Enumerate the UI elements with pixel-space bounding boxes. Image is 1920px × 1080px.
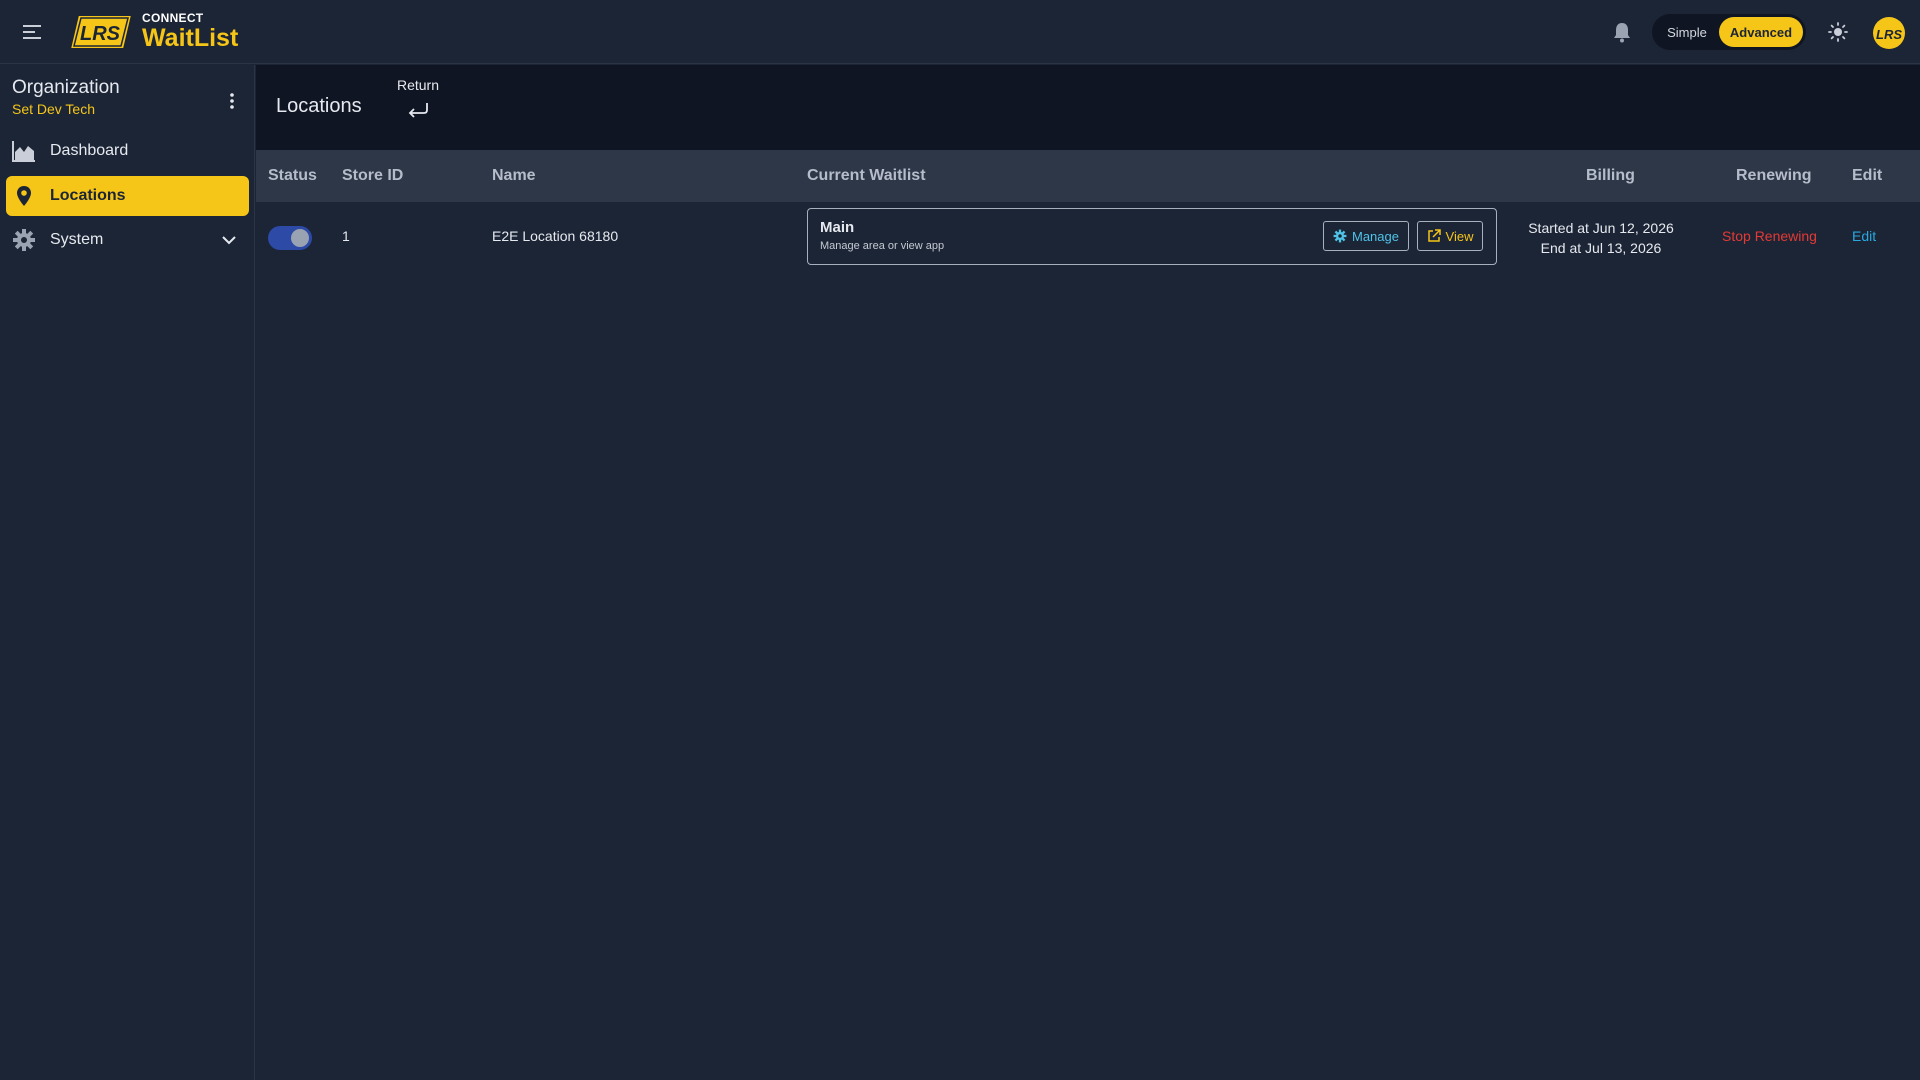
table-header: Status Store ID Name Current Waitlist Bi…	[256, 150, 1920, 202]
status-toggle[interactable]	[268, 226, 312, 250]
page-title: Locations	[276, 95, 362, 117]
mode-advanced-button[interactable]: Advanced	[1719, 17, 1803, 47]
waitlist-card: Main Manage area or view app Manage View	[807, 208, 1497, 265]
store-id-cell: 1	[342, 228, 350, 244]
return-arrow-icon	[408, 103, 428, 118]
column-header-store-id: Store ID	[342, 167, 404, 184]
return-button[interactable]: Return	[390, 77, 446, 126]
organization-name: Set Dev Tech	[12, 101, 96, 117]
chevron-down-icon[interactable]	[219, 230, 239, 250]
menu-icon[interactable]	[20, 20, 44, 44]
billing-start: Started at Jun 12, 2026	[1528, 220, 1674, 236]
brand-subtitle: CONNECT	[142, 11, 204, 25]
manage-label: Manage	[1352, 228, 1399, 244]
sidebar-item-label: System	[50, 231, 104, 248]
chart-area-icon	[12, 139, 36, 163]
sidebar: Organization Set Dev Tech Dashboard Loca…	[0, 65, 255, 1080]
sidebar-item-dashboard[interactable]: Dashboard	[6, 131, 249, 171]
sidebar-item-label: Dashboard	[50, 142, 129, 159]
brand-title: WaitList	[142, 24, 239, 52]
gear-icon	[12, 228, 36, 252]
organization-label: Organization	[12, 77, 120, 98]
billing-end: End at Jul 13, 2026	[1540, 240, 1662, 256]
svg-text:LRS: LRS	[1876, 27, 1902, 42]
sun-icon[interactable]	[1828, 22, 1848, 42]
more-vertical-icon[interactable]	[222, 91, 242, 111]
view-label: View	[1445, 228, 1474, 244]
edit-link[interactable]: Edit	[1852, 228, 1876, 244]
column-header-current-waitlist: Current Waitlist	[807, 167, 926, 184]
stop-renewing-link[interactable]: Stop Renewing	[1722, 228, 1817, 244]
avatar[interactable]: LRS	[1872, 16, 1906, 50]
bell-icon[interactable]	[1612, 21, 1632, 43]
lrs-logo: LRS	[68, 13, 134, 50]
top-bar: LRS CONNECT WaitList Simple Advanced LRS	[0, 0, 1920, 64]
waitlist-subtitle: Manage area or view app	[820, 240, 945, 252]
map-pin-icon	[12, 184, 36, 208]
brand[interactable]: LRS CONNECT WaitList	[68, 12, 238, 51]
billing-cell: Started at Jun 12, 2026 End at Jul 13, 2…	[1516, 218, 1686, 258]
organization-block: Organization Set Dev Tech	[12, 77, 120, 117]
svg-text:LRS: LRS	[80, 23, 121, 45]
locations-table: Status Store ID Name Current Waitlist Bi…	[256, 150, 1920, 265]
column-header-status: Status	[268, 167, 317, 184]
gear-icon	[1333, 229, 1347, 243]
mode-simple-button[interactable]: Simple	[1655, 17, 1719, 47]
manage-button[interactable]: Manage	[1323, 221, 1409, 251]
sidebar-item-system[interactable]: System	[6, 220, 249, 260]
mode-toggle: Simple Advanced	[1652, 14, 1806, 50]
name-cell: E2E Location 68180	[492, 228, 619, 244]
status-toggle-knob	[291, 229, 309, 247]
view-button[interactable]: View	[1417, 221, 1483, 251]
sidebar-item-locations[interactable]: Locations	[6, 176, 249, 216]
return-label: Return	[396, 77, 440, 93]
external-link-icon	[1427, 229, 1441, 242]
column-header-billing: Billing	[1586, 167, 1635, 184]
column-header-name: Name	[492, 167, 536, 184]
waitlist-name: Main	[820, 219, 855, 236]
column-header-renewing: Renewing	[1736, 167, 1812, 184]
column-header-edit: Edit	[1852, 167, 1883, 184]
page-header: Locations Return	[256, 65, 1920, 150]
table-row: 1 E2E Location 68180 Main Manage area or…	[256, 202, 1920, 272]
sidebar-item-label: Locations	[50, 187, 126, 204]
